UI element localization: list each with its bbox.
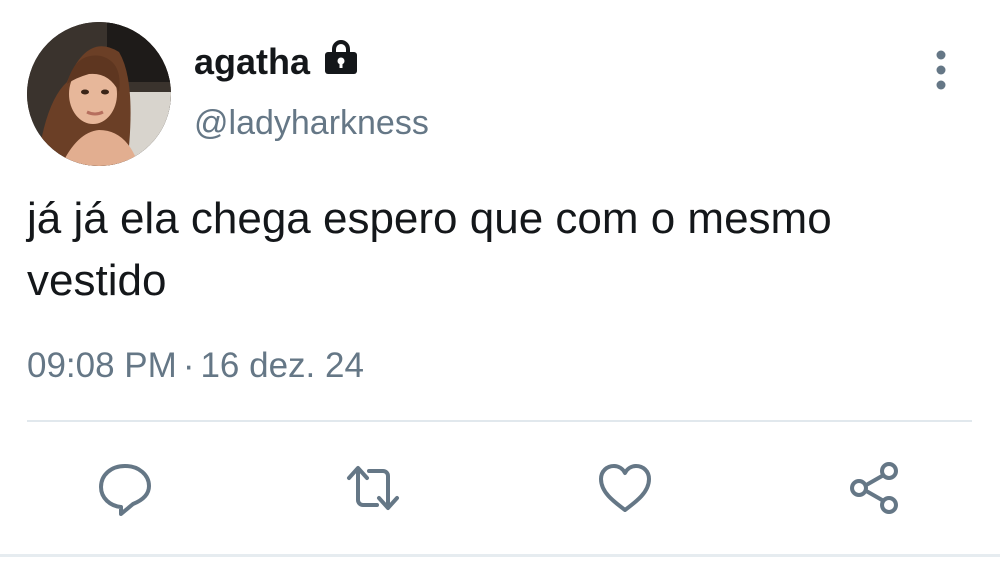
lock-icon <box>325 40 357 74</box>
timestamp-separator: · <box>182 346 195 385</box>
display-name[interactable]: agatha <box>194 40 310 84</box>
bottom-border <box>0 554 1000 557</box>
share-icon <box>850 462 898 514</box>
divider <box>27 420 972 422</box>
share-button[interactable] <box>845 458 905 518</box>
reply-button[interactable] <box>95 458 155 518</box>
tweet-time: 09:08 PM <box>27 346 177 385</box>
tweet-timestamp[interactable]: 09:08 PM · 16 dez. 24 <box>27 342 364 390</box>
more-vertical-icon[interactable] <box>926 46 956 96</box>
avatar[interactable] <box>27 22 171 166</box>
retweet-icon <box>347 466 399 510</box>
retweet-button[interactable] <box>343 458 403 518</box>
tweet-card: agatha @ladyharkness já já ela chega esp… <box>0 0 1000 572</box>
user-handle[interactable]: @ladyharkness <box>194 102 429 144</box>
like-button[interactable] <box>595 458 655 518</box>
avatar-image <box>27 22 171 166</box>
reply-icon <box>99 464 151 516</box>
tweet-date: 16 dez. 24 <box>200 346 364 385</box>
tweet-text: já já ela chega espero que com o mesmo v… <box>27 194 832 305</box>
heart-icon <box>599 464 651 512</box>
